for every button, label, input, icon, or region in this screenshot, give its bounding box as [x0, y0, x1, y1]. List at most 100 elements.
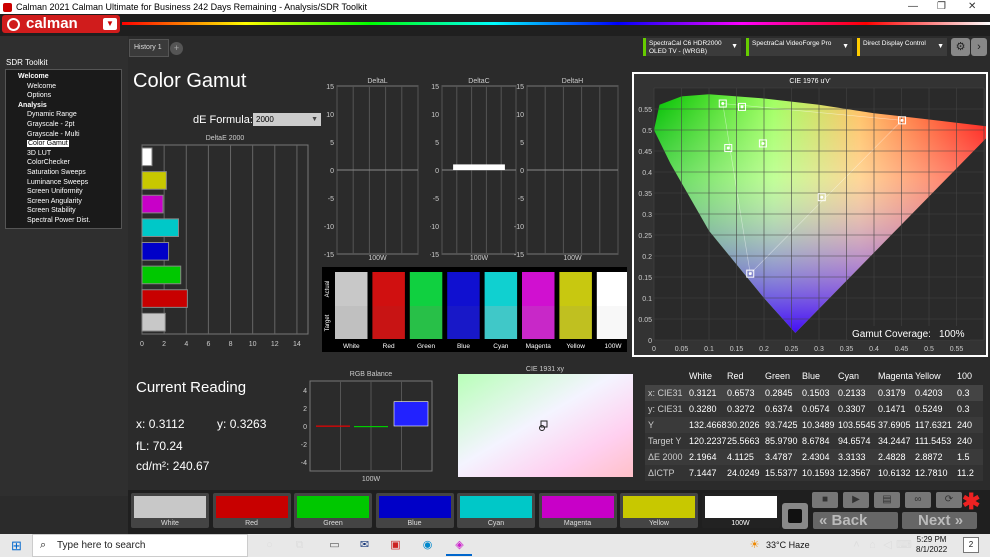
clock[interactable]: 5:29 PM 8/1/2022 — [916, 535, 947, 555]
sidebar-item-screen-angularity[interactable]: Screen Angularity — [6, 197, 121, 207]
task-view-icon[interactable]: ⧉ — [292, 538, 307, 553]
taskbar-search-input[interactable]: Type here to search — [32, 534, 248, 557]
table-header-cell: Cyan — [838, 371, 860, 381]
stop-button[interactable]: ■ — [812, 492, 838, 508]
minimize-icon[interactable]: — — [908, 0, 918, 14]
close-icon[interactable]: ✕ — [968, 0, 976, 14]
deltae-bar — [141, 289, 188, 308]
sidebar-item-color-gamut[interactable]: Color Gamut — [6, 139, 121, 149]
sidebar-item-grayscale-multi[interactable]: Grayscale - Multi — [6, 130, 121, 140]
table-cell: 0.2845 — [765, 388, 793, 398]
table-cell: 25.5663 — [727, 436, 760, 446]
patch-button-white[interactable]: White — [131, 493, 209, 528]
sidebar-item-options[interactable]: Options — [6, 91, 121, 101]
keyboard-icon[interactable]: ⌨ — [896, 538, 912, 553]
display-selector[interactable]: Direct Display Control ▼ — [857, 38, 947, 56]
sidebar-item-label: Options — [27, 92, 52, 100]
sidebar-item-welcome[interactable]: Welcome — [6, 82, 121, 92]
tab-history-1[interactable]: History 1 — [129, 39, 169, 57]
network-icon[interactable]: ⌂ — [865, 538, 880, 553]
y-tick-label: 0.55 — [638, 107, 652, 114]
add-tab-button[interactable]: + — [170, 42, 183, 55]
actual-swatch — [447, 272, 480, 306]
calman-taskbar-icon[interactable]: ◈ — [452, 538, 467, 553]
y-tick-label: 0 — [520, 168, 524, 175]
sidebar-item-grayscale-2pt[interactable]: Grayscale - 2pt — [6, 120, 121, 130]
sidebar-item-screen-stability[interactable]: Screen Stability — [6, 206, 121, 216]
save-button[interactable]: ▤ — [874, 492, 900, 508]
sidebar-item-label: Color Gamut — [27, 140, 69, 148]
sidebar-item-label: Luminance Sweeps — [27, 178, 89, 186]
rgb-balance-xlabel: 100W — [362, 476, 381, 483]
settings-gear-button[interactable]: ⚙ — [951, 38, 970, 56]
meter-selector[interactable]: SpectraCal C6 HDR2000 OLED TV - (WRGB) ▼ — [643, 38, 741, 56]
actual-swatch — [559, 272, 592, 306]
loop-button[interactable]: ∞ — [905, 492, 931, 508]
sidebar-item-dynamic-range[interactable]: Dynamic Range — [6, 110, 121, 120]
table-row: ΔICTP 7.1447 24.0249 15.5377 10.1593 12.3567 1… — [645, 465, 983, 481]
weather-icon[interactable]: ☀ — [747, 538, 762, 553]
chevron-down-icon[interactable]: ▼ — [103, 18, 117, 30]
play-button[interactable]: ▶ — [843, 492, 869, 508]
back-button[interactable]: « Back — [813, 512, 898, 529]
patch-button-green[interactable]: Green — [294, 493, 372, 528]
table-cell: 2.4304 — [802, 452, 830, 462]
stop-pattern-button[interactable] — [782, 503, 808, 529]
sidebar-item-label: 3D LUT — [27, 149, 52, 157]
edge-icon[interactable]: ◉ — [420, 538, 435, 553]
patch-button-cyan[interactable]: Cyan — [457, 493, 535, 528]
table-cell: 24.0249 — [727, 468, 760, 478]
weather-text[interactable]: 33°C Haze — [766, 540, 810, 550]
notification-button[interactable]: 2 — [963, 537, 979, 553]
patch-button-blue[interactable]: Blue — [375, 493, 454, 528]
patch-button-magenta[interactable]: Magenta — [538, 493, 617, 528]
volume-icon[interactable]: ◁ — [880, 538, 895, 553]
reading-cd: cd/m²: 240.67 — [136, 459, 209, 473]
sidebar-item-screen-uniformity[interactable]: Screen Uniformity — [6, 187, 121, 197]
mail-icon[interactable]: ✉ — [357, 538, 372, 553]
sidebar-item-luminance-sweeps[interactable]: Luminance Sweeps — [6, 178, 121, 188]
swatch-grid: White Red Green Blue Cyan Magenta Yellow 100W Ac… — [325, 272, 630, 350]
chevron-up-icon[interactable]: ˄ — [849, 538, 864, 553]
sidebar-item-3d-lut[interactable]: 3D LUT — [6, 149, 121, 159]
y-tick-label: 2 — [303, 406, 307, 413]
refresh-button[interactable]: ⟳ — [936, 492, 962, 508]
y-tick-label: 10 — [431, 112, 439, 119]
cie1976-panel: CIE 1976 u'v' 0 0.05 0.1 0.15 0.2 0.25 0.3 0.35 0… — [632, 72, 990, 357]
sidebar-item-colorchecker[interactable]: ColorChecker — [6, 158, 121, 168]
pattern-generator-selector[interactable]: SpectraCal VideoForge Pro ▼ — [746, 38, 852, 56]
pattern-generator-label: SpectraCal VideoForge Pro — [752, 40, 832, 47]
table-cell: 0.3179 — [878, 388, 906, 398]
table-cell: ΔICTP — [648, 468, 675, 478]
patch-button-red[interactable]: Red — [212, 493, 291, 528]
sidebar-item-welcome[interactable]: Welcome — [6, 72, 121, 82]
patch-button-yellow[interactable]: Yellow — [620, 493, 698, 528]
table-cell: 111.5453 — [915, 436, 952, 446]
maximize-icon[interactable]: ❐ — [937, 0, 946, 14]
sidebar-item-spectral-power-dist-[interactable]: Spectral Power Dist. — [6, 216, 121, 226]
file-explorer-icon[interactable]: ▭ — [327, 538, 342, 553]
patch-color — [623, 496, 695, 518]
cortana-icon[interactable]: ○ — [262, 538, 277, 553]
patch-button-100w[interactable]: 100W — [701, 493, 780, 528]
de-formula-select[interactable]: 2000 ▼ — [253, 113, 321, 126]
y-tick-label: 0.15 — [638, 275, 652, 282]
more-button[interactable]: › — [971, 38, 987, 56]
next-button[interactable]: Next » — [902, 512, 977, 529]
sidebar-item-analysis[interactable]: Analysis — [6, 101, 121, 111]
calman-logo-text: calman — [26, 15, 78, 32]
x-tick-label: 0.2 — [759, 346, 769, 353]
y-tick-label: 5 — [435, 140, 439, 147]
sidebar-item-saturation-sweeps[interactable]: Saturation Sweeps — [6, 168, 121, 178]
swatch-label: 100W — [605, 343, 623, 350]
table-cell: 10.1593 — [802, 468, 835, 478]
sidebar-item-label: Spectral Power Dist. — [27, 216, 91, 224]
windows-start-icon[interactable]: ⊞ — [9, 538, 24, 553]
calman-menu-button[interactable]: calman ▼ — [2, 15, 120, 33]
measurement-table: White Red Green Blue Cyan Magenta Yellow 100 x: … — [645, 368, 983, 492]
app-icon — [3, 3, 12, 12]
gift-icon[interactable]: ▣ — [388, 538, 403, 553]
play-icon: ▶ — [852, 494, 860, 505]
workflow-tree: Welcome Welcome Options Analysis Dynamic Ran… — [5, 69, 122, 229]
table-row: y: CIE31 0.3280 0.3272 0.6374 0.0574 0.3307 0.… — [645, 401, 983, 417]
